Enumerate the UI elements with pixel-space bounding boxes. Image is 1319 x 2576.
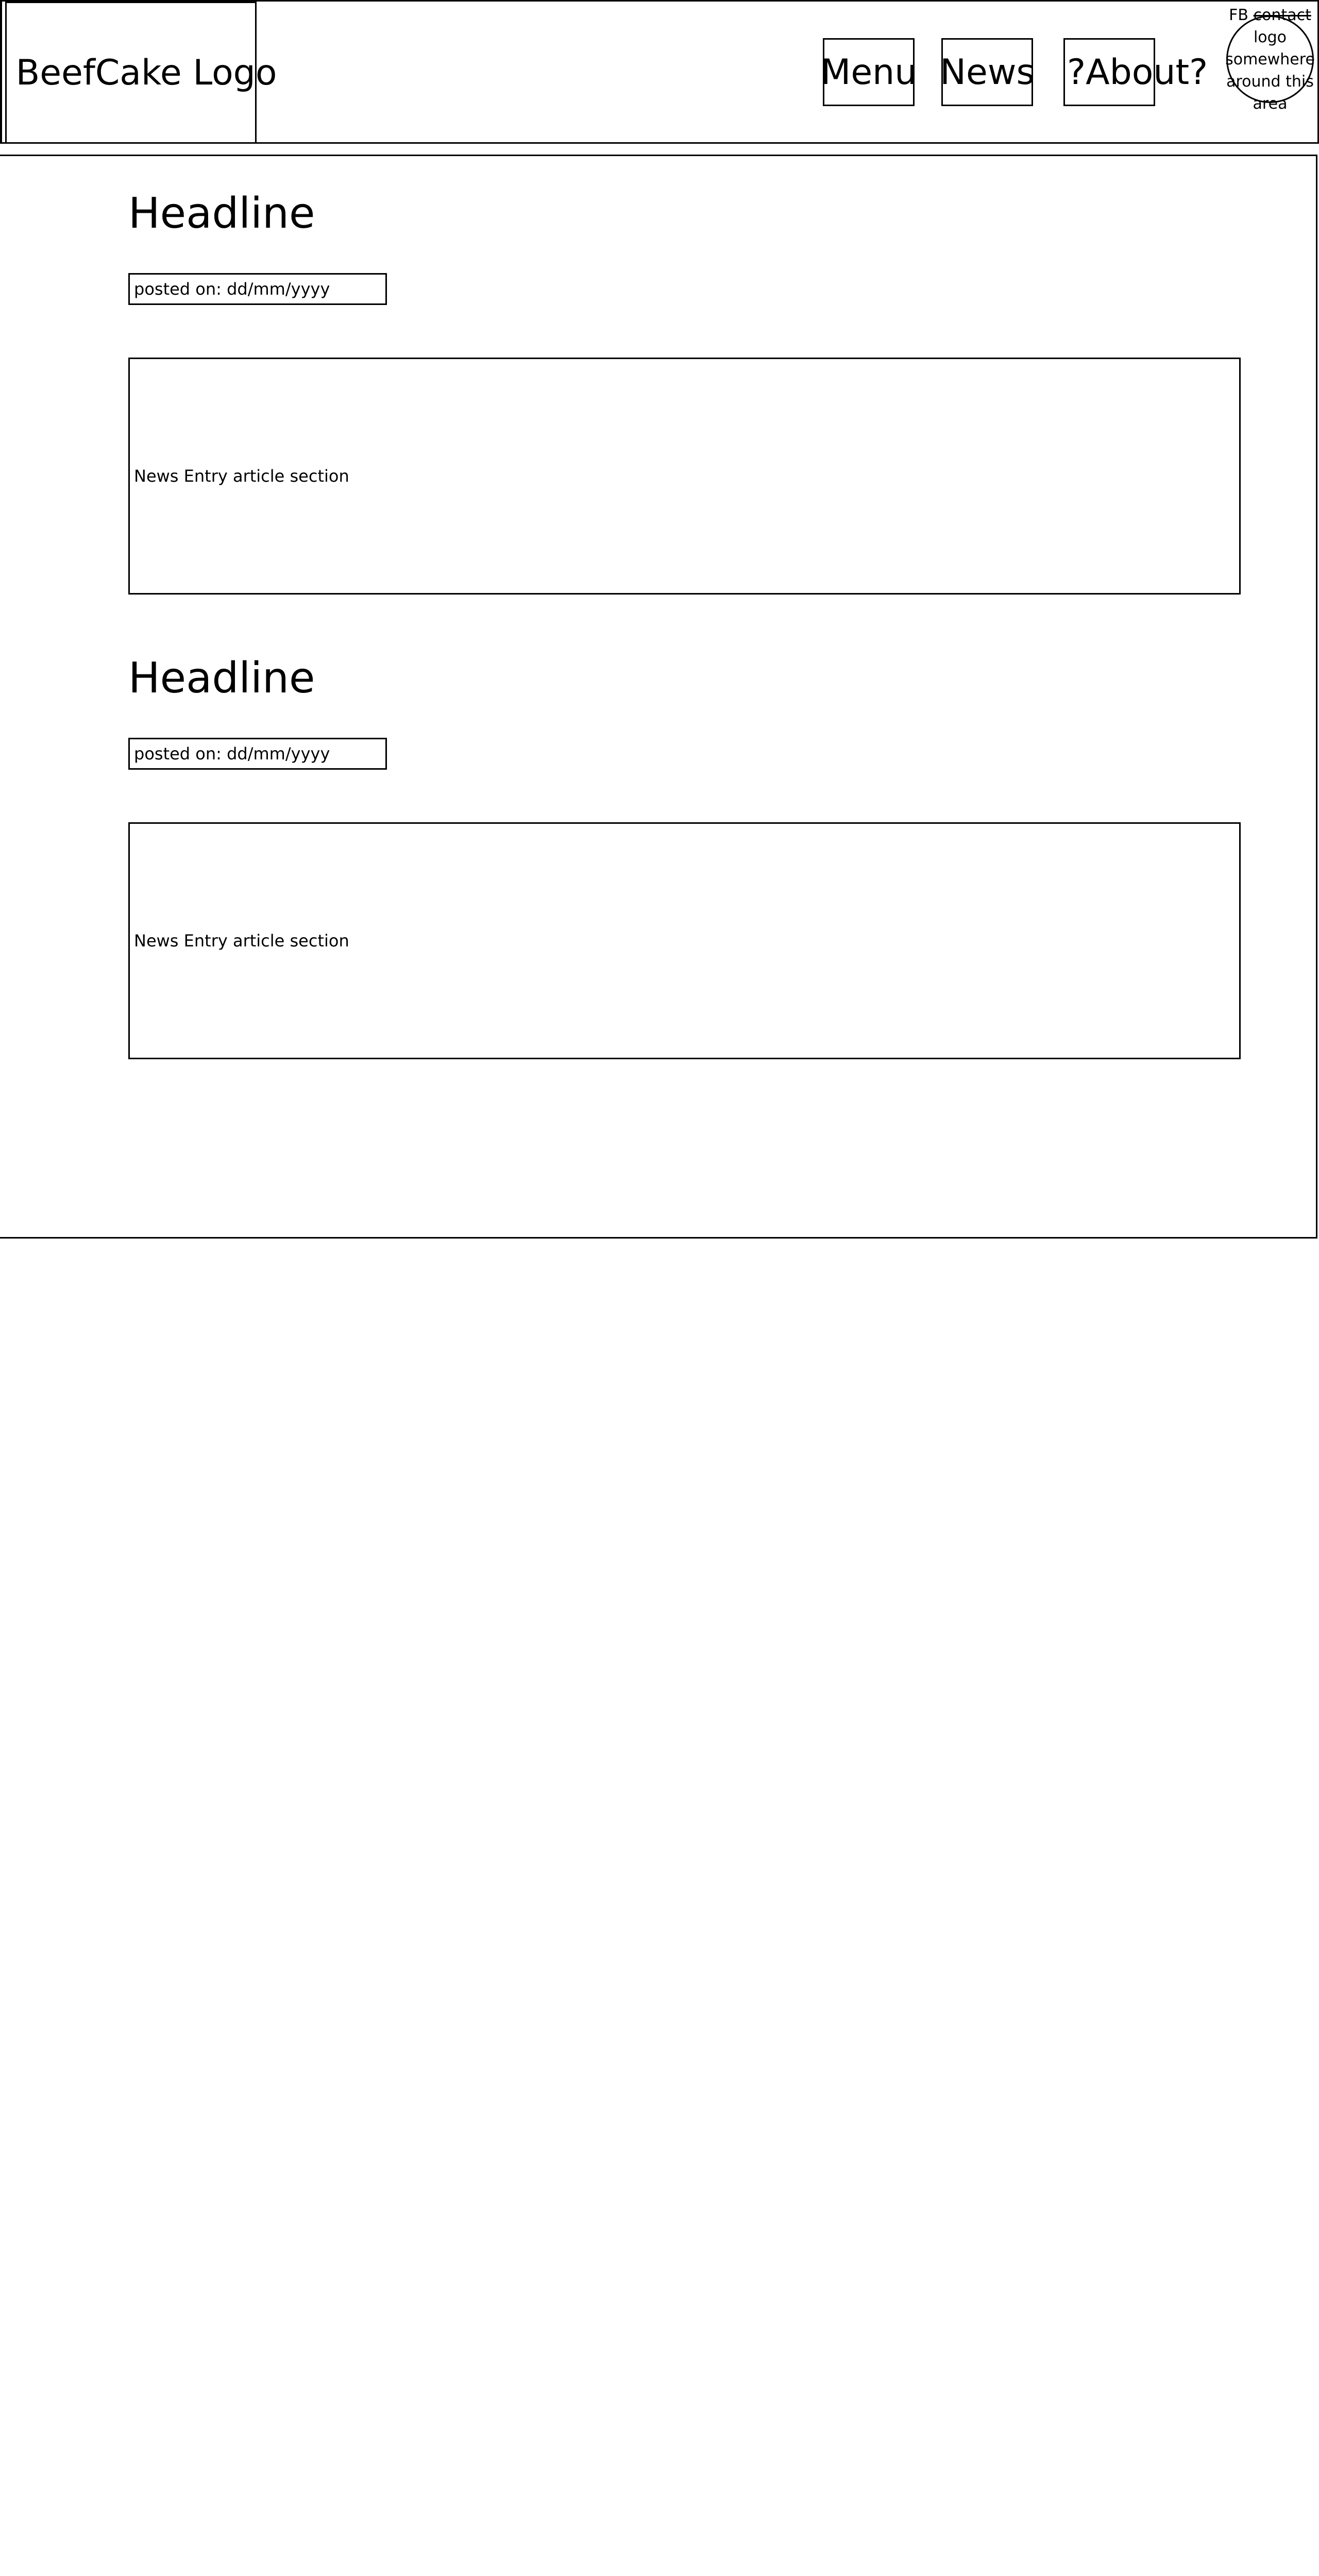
beefcake-logo[interactable]: BeefCake Logo: [5, 2, 277, 144]
fb-text-line4: around this: [1226, 73, 1314, 91]
fb-text-line3: somewhere: [1225, 50, 1315, 69]
news-posted-date: posted on: dd/mm/yyyy: [128, 738, 387, 770]
fb-text-line1a: FB: [1229, 6, 1249, 24]
news-article-section: News Entry article section: [128, 822, 1241, 1059]
nav-menu-label: Menu: [820, 52, 917, 93]
news-posted-date: posted on: dd/mm/yyyy: [128, 273, 387, 305]
logo-text: BeefCake Logo: [15, 52, 277, 93]
news-headline: Headline: [128, 654, 315, 703]
nav-menu-button[interactable]: Menu: [820, 38, 917, 106]
nav-about-button[interactable]: ?About?: [1063, 38, 1208, 106]
fb-text-line2: logo: [1253, 28, 1287, 46]
nav-news-label: News: [940, 52, 1035, 93]
fb-contact-placeholder-text: FB contact logo somewhere around this ar…: [1219, 4, 1319, 115]
fb-text-line5: area: [1253, 95, 1288, 113]
nav-about-label: ?About?: [1067, 52, 1208, 93]
fb-text-line1b: contact: [1253, 6, 1311, 24]
nav-news-button[interactable]: News: [940, 38, 1035, 106]
news-posted-date-text: posted on: dd/mm/yyyy: [134, 279, 330, 299]
news-article-text: News Entry article section: [134, 931, 349, 951]
news-article-section: News Entry article section: [128, 358, 1241, 595]
news-article-text: News Entry article section: [134, 466, 349, 486]
news-headline: Headline: [128, 189, 315, 238]
news-posted-date-text: posted on: dd/mm/yyyy: [134, 744, 330, 764]
